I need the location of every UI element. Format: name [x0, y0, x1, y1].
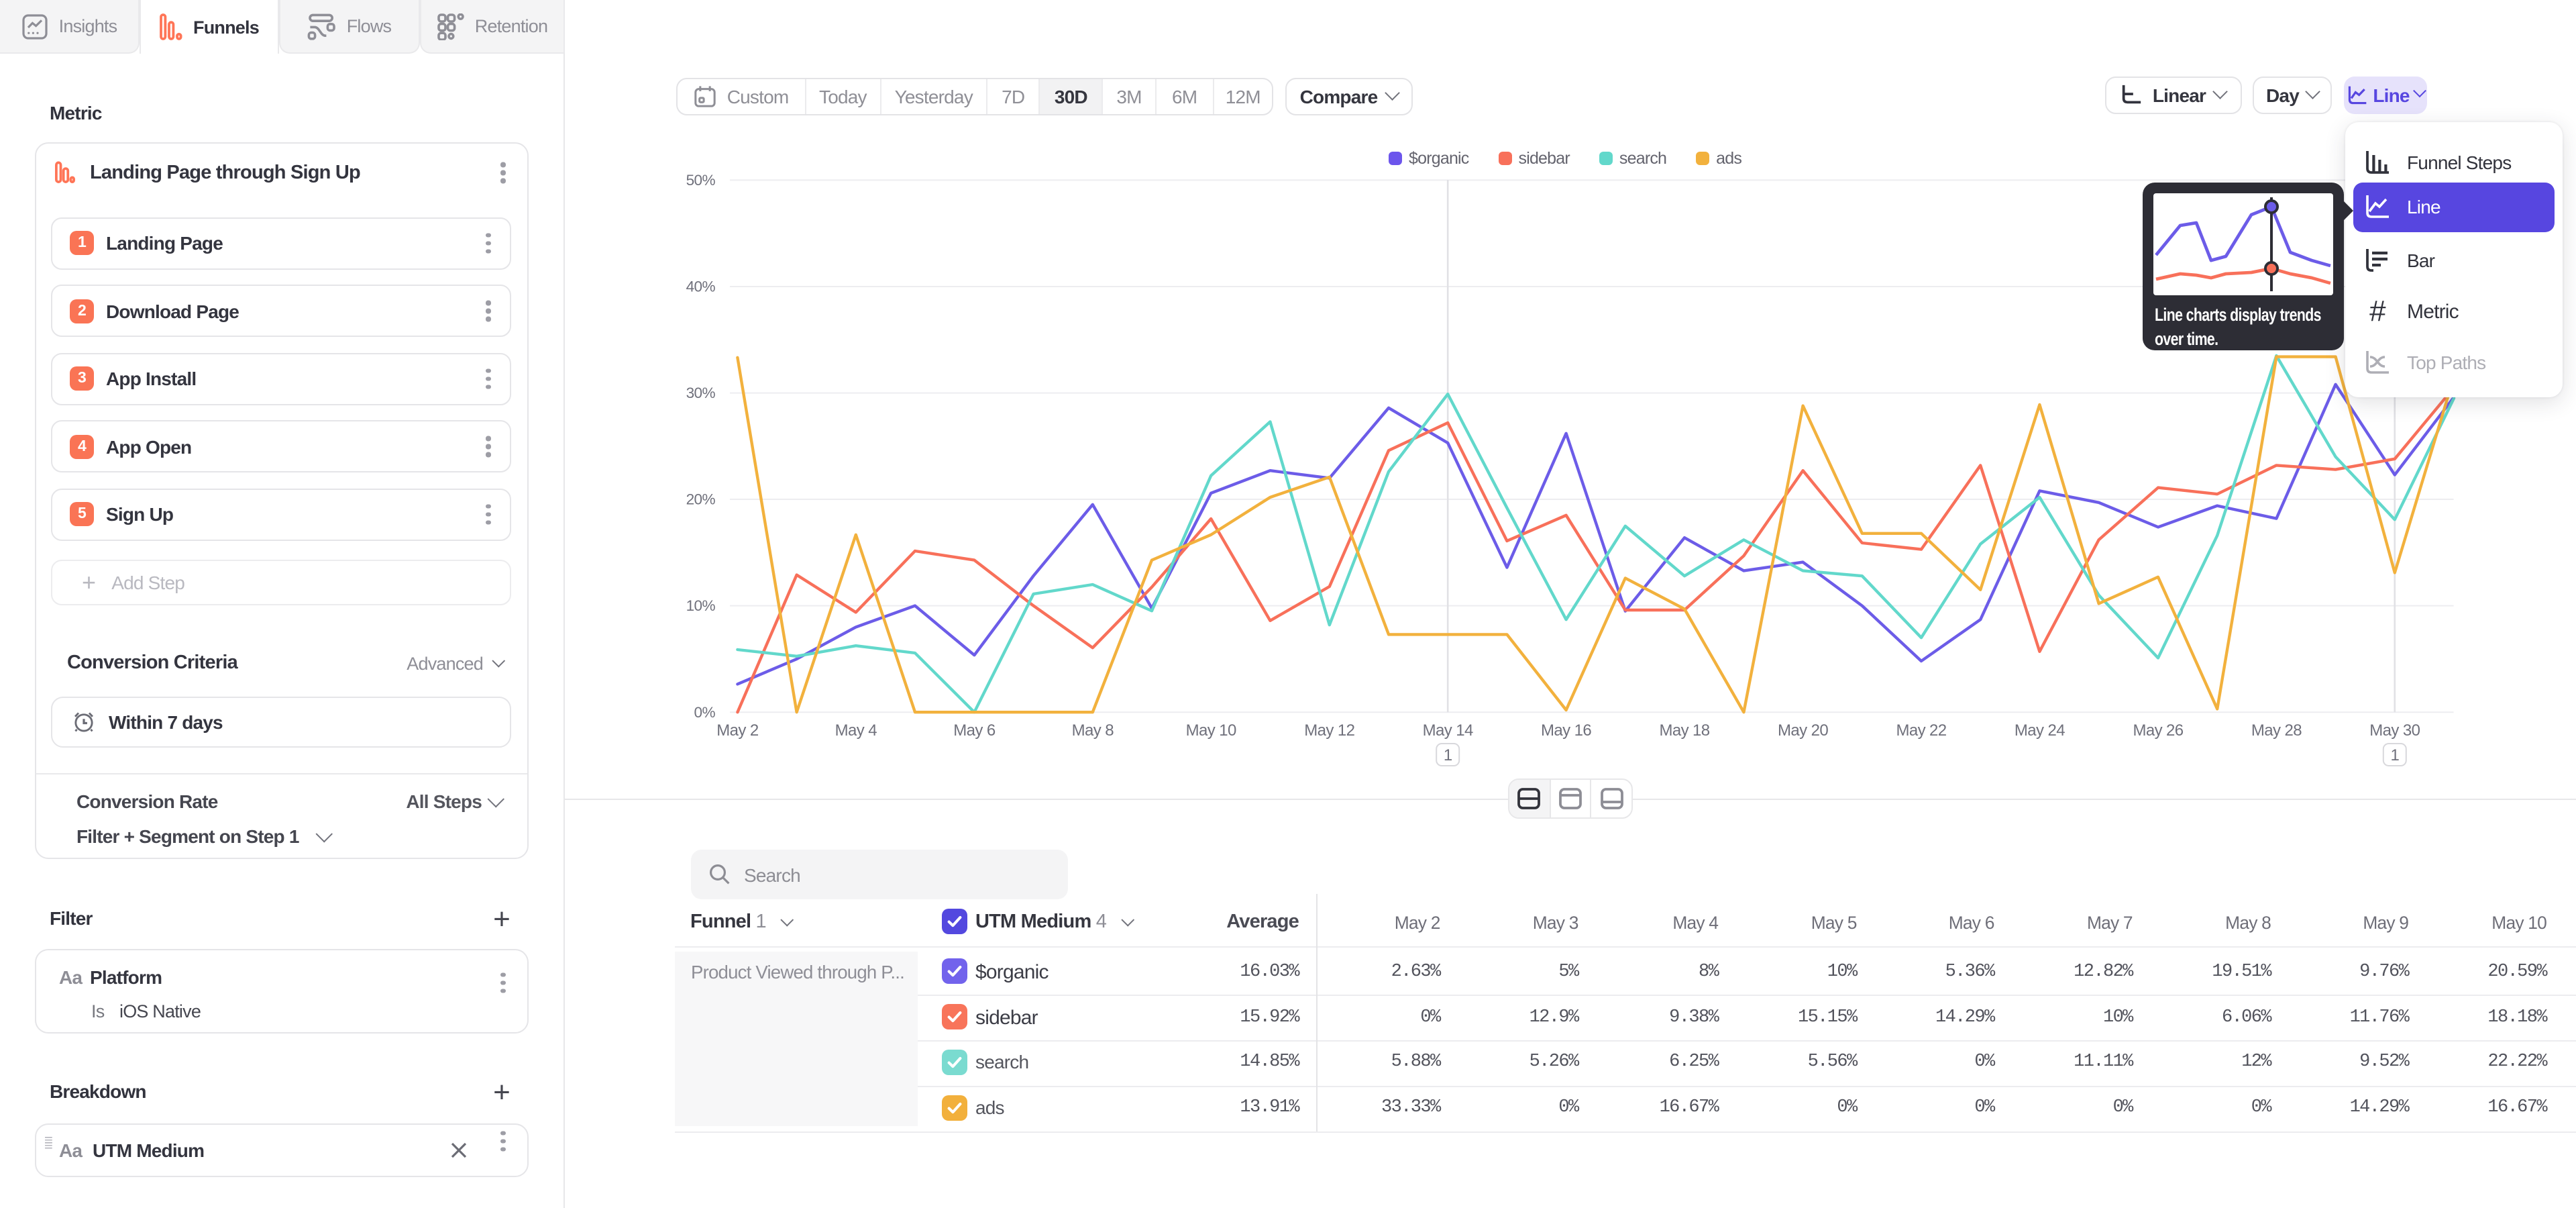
svg-text:May 16: May 16 — [1541, 721, 1591, 740]
svg-text:10%: 10% — [686, 597, 716, 614]
svg-text:May 6: May 6 — [953, 721, 996, 740]
svg-text:May 22: May 22 — [1896, 721, 1946, 740]
svg-text:30%: 30% — [686, 385, 716, 401]
svg-text:May 20: May 20 — [1778, 721, 1828, 740]
svg-text:May 18: May 18 — [1659, 721, 1709, 740]
svg-text:May 8: May 8 — [1072, 721, 1114, 740]
svg-text:1: 1 — [1444, 746, 1452, 764]
svg-text:May 2: May 2 — [716, 721, 759, 740]
svg-text:May 10: May 10 — [1186, 721, 1236, 740]
svg-text:1: 1 — [2391, 746, 2400, 764]
svg-text:20%: 20% — [686, 491, 716, 508]
svg-text:May 30: May 30 — [2369, 721, 2420, 740]
svg-text:May 28: May 28 — [2251, 721, 2302, 740]
svg-text:May 12: May 12 — [1304, 721, 1354, 740]
svg-text:May 4: May 4 — [835, 721, 877, 740]
svg-text:0%: 0% — [694, 704, 716, 721]
svg-text:May 14: May 14 — [1423, 721, 1473, 740]
svg-text:50%: 50% — [686, 172, 716, 189]
svg-text:40%: 40% — [686, 279, 716, 295]
svg-text:May 24: May 24 — [2015, 721, 2065, 740]
svg-text:May 26: May 26 — [2133, 721, 2183, 740]
